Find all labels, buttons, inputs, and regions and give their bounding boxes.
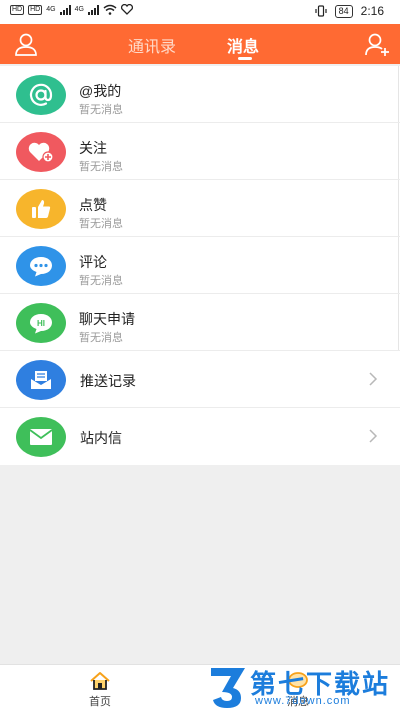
row-subtitle: 暂无消息	[79, 104, 123, 116]
row-title: 点赞	[79, 197, 107, 213]
signal-icon-2	[87, 4, 99, 15]
watermark-url: www.7down.com	[255, 695, 351, 707]
row-title: 推送记录	[80, 373, 136, 389]
battery-indicator: 84	[334, 4, 353, 18]
tab-contacts[interactable]: 通讯录	[128, 33, 176, 57]
row-title: @我的	[79, 83, 122, 99]
entry-row-push-records[interactable]: 推送记录	[0, 351, 400, 408]
message-row-mentions[interactable]: @我的 暂无消息	[0, 66, 400, 123]
message-row-likes[interactable]: 点赞 暂无消息	[0, 180, 400, 237]
row-subtitle: 暂无消息	[79, 332, 123, 344]
signal-icon	[59, 4, 71, 15]
status-bar: HD HD 4G 4G 84 2:16	[0, 0, 400, 24]
heart-plus-icon	[16, 132, 66, 172]
row-subtitle: 暂无消息	[79, 161, 123, 173]
svg-text:HI: HI	[37, 319, 45, 328]
row-title: 评论	[79, 254, 107, 270]
watermark-logo-icon	[211, 668, 245, 708]
network-type-1: 4G	[46, 6, 56, 13]
thumbs-up-icon	[16, 189, 66, 229]
row-title: 站内信	[80, 430, 122, 446]
active-tab-indicator	[238, 57, 252, 60]
vibrate-icon	[315, 5, 327, 17]
chevron-right-icon	[369, 429, 378, 443]
message-list: @我的 暂无消息 关注 暂无消息 点赞 暂无消息 评论 暂无消息 HI 聊天申请…	[0, 66, 400, 465]
top-header: 通讯录 消息	[0, 24, 400, 64]
tab-messages[interactable]: 消息	[227, 33, 259, 57]
sim2-badge: HD	[28, 4, 43, 15]
chat-hi-icon: HI	[16, 303, 66, 343]
envelope-icon	[16, 417, 66, 457]
watermark: 第七下载站 www.7down.com	[205, 662, 400, 711]
nav-home[interactable]: 首页	[70, 671, 130, 709]
clock: 2:16	[360, 4, 384, 18]
add-friend-icon[interactable]	[364, 31, 390, 57]
sim1-badge: HD	[10, 4, 25, 15]
comment-icon	[16, 246, 66, 286]
row-subtitle: 暂无消息	[79, 275, 123, 287]
row-subtitle: 暂无消息	[79, 218, 123, 230]
row-title: 聊天申请	[79, 311, 135, 327]
wifi-icon	[103, 4, 117, 15]
message-row-chat-requests[interactable]: HI 聊天申请 暂无消息	[0, 294, 400, 351]
nav-home-label: 首页	[89, 696, 111, 708]
at-icon	[16, 75, 66, 115]
heart-status-icon	[120, 4, 133, 15]
network-type-2: 4G	[74, 6, 84, 13]
push-inbox-icon	[16, 360, 66, 400]
chevron-right-icon	[369, 372, 378, 386]
profile-icon[interactable]	[13, 31, 39, 57]
home-icon	[90, 672, 110, 690]
entry-row-inbox[interactable]: 站内信	[0, 408, 400, 465]
row-title: 关注	[79, 140, 107, 156]
message-row-comments[interactable]: 评论 暂无消息	[0, 237, 400, 294]
message-row-follow[interactable]: 关注 暂无消息	[0, 123, 400, 180]
